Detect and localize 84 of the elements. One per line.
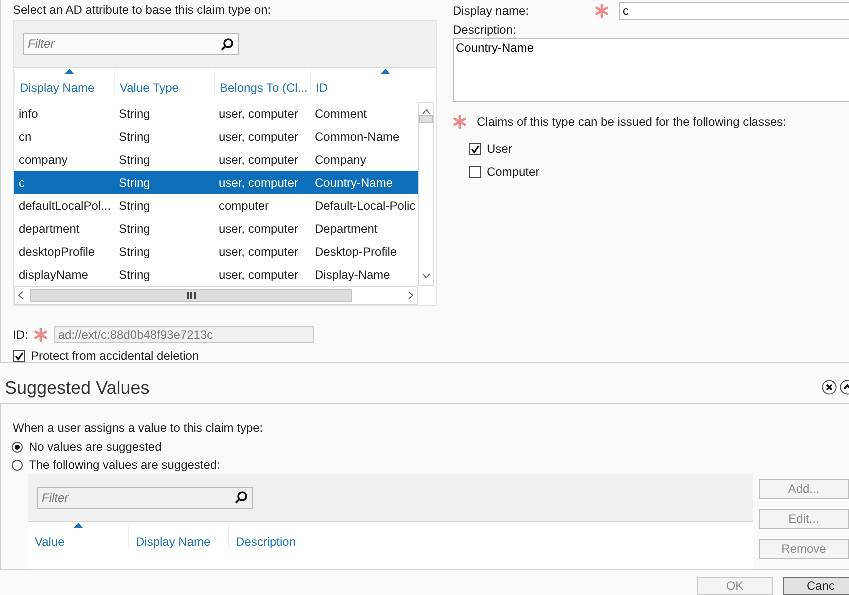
scroll-right-icon[interactable] (408, 291, 414, 300)
column-header[interactable]: Description (228, 523, 328, 549)
column-header[interactable]: ID (310, 69, 418, 95)
table-cell-text: user, computer (218, 106, 300, 120)
display-name-label: Display name: (453, 3, 530, 19)
table-cell-text: desktopProfile (18, 244, 96, 258)
table-cell-text: department (18, 222, 81, 236)
table-cell-text: Comment (314, 106, 368, 120)
attribute-row[interactable]: company String user, computer Company (14, 148, 418, 171)
table-cell-text: String (118, 222, 152, 236)
classes-prompt: Claims of this type can be issued for the following classes: (477, 114, 786, 130)
table-cell-text: String (118, 152, 152, 166)
table-cell-text: Display-Name (314, 268, 392, 282)
checkbox-icon[interactable] (469, 143, 481, 155)
table-cell-text: String (118, 244, 152, 258)
name-input[interactable]: c (619, 2, 849, 20)
attribute-row[interactable]: cn String user, computer Common-Name (14, 125, 418, 148)
table-cell-text: defaultLocalPol... (18, 198, 112, 212)
scroll-left-icon[interactable] (18, 291, 24, 300)
class-checkbox[interactable]: User (469, 142, 849, 156)
search-icon[interactable] (221, 38, 234, 50)
table-cell-text: Desktop-Profile (314, 244, 398, 258)
table-cell-text: info (18, 106, 40, 120)
table-cell-text: Department (314, 222, 379, 236)
attribute-row[interactable]: c String user, computer Country-Name (14, 171, 418, 194)
search-icon[interactable] (235, 491, 248, 504)
column-header[interactable]: Display Name (128, 523, 228, 549)
filter-field[interactable]: Filter (23, 33, 239, 55)
attribute-row[interactable]: department String user, computer Department (14, 217, 418, 240)
filter-field[interactable]: Filter (37, 486, 253, 508)
suggest-prompt: When a user assigns a value to this claim type: (13, 420, 264, 436)
table-cell-text: String (118, 268, 152, 282)
id-field[interactable]: ad://ext/c:88d0b48f93e7213c (54, 326, 314, 343)
scroll-thumb[interactable] (419, 115, 433, 123)
table-cell-text: c (18, 176, 26, 190)
table-cell-text: String (118, 106, 152, 120)
table-cell-text: Default-Local-Polic (314, 198, 417, 212)
column-header[interactable]: Value (28, 523, 128, 549)
table-cell-text: company (18, 152, 69, 166)
table-cell-text: String (118, 198, 152, 212)
vertical-scrollbar[interactable] (418, 102, 434, 286)
sort-arrow-icon (381, 69, 390, 74)
dialog-button[interactable]: Canc (783, 577, 849, 595)
radio-icon[interactable] (12, 460, 23, 470)
table-cell-text: displayName (18, 268, 90, 282)
table-cell-text: Country-Name (314, 176, 394, 190)
section-title: Suggested Values (5, 377, 150, 400)
attribute-prompt: Select an AD attribute to base this claim type on: (13, 2, 272, 18)
attribute-row[interactable]: defaultLocalPol... String computer Default-Local-Polic (14, 194, 418, 217)
description-field[interactable]: Country-Name (453, 38, 849, 102)
table-cell-text: computer (218, 198, 270, 212)
checkbox-icon[interactable] (469, 166, 481, 178)
description-label: Description: (453, 22, 518, 38)
table-cell-text: user, computer (218, 222, 300, 236)
id-label: ID: (13, 326, 28, 342)
column-header[interactable]: Value Type (114, 69, 214, 95)
table-cell-text: Company (314, 152, 368, 166)
checkbox-icon[interactable] (13, 350, 25, 362)
table-cell-text: user, computer (218, 130, 300, 144)
attribute-row[interactable]: displayName String user, computer Display-Name (14, 263, 418, 286)
protect-checkbox[interactable]: Protect from accidental deletion (13, 349, 439, 363)
close-icon[interactable] (822, 380, 837, 395)
table-cell-text: String (118, 176, 152, 190)
table-cell-text: user, computer (218, 244, 300, 258)
horizontal-scrollbar[interactable] (14, 286, 418, 305)
table-cell-text: String (118, 130, 152, 144)
table-cell-text: cn (18, 130, 33, 144)
attribute-row[interactable]: info String user, computer Comment (14, 102, 418, 125)
table-cell-text: Common-Name (314, 130, 401, 144)
radio-icon[interactable] (12, 442, 23, 452)
suggest-radio[interactable]: The following values are suggested: (12, 458, 849, 472)
sort-arrow-icon (65, 69, 74, 74)
grip-icon (186, 292, 196, 299)
column-header[interactable]: Belongs To (Cl... (214, 69, 310, 95)
scroll-down-icon[interactable] (422, 273, 430, 279)
scroll-up-icon[interactable] (422, 109, 430, 115)
column-header[interactable]: Display Name (14, 69, 114, 95)
class-checkbox[interactable]: Computer (469, 165, 849, 179)
attribute-row[interactable]: desktopProfile String user, computer Desktop-Profile (14, 240, 418, 263)
table-cell-text: user, computer (218, 268, 300, 282)
sort-arrow-icon (74, 523, 83, 528)
table-cell-text: user, computer (218, 152, 300, 166)
suggest-radio[interactable]: No values are suggested (12, 440, 849, 454)
table-cell-text: user, computer (218, 176, 300, 190)
